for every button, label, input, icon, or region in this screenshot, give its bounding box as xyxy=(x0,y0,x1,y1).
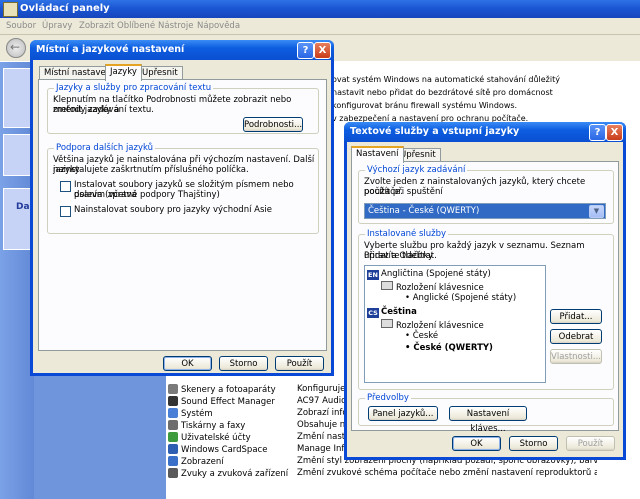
cp-item-printers[interactable]: Tiskárny a faxy xyxy=(168,420,245,432)
regional-language-dialog: Místní a jazykové nastavení ? X Místní n… xyxy=(30,40,334,376)
control-panel-icon xyxy=(3,2,18,17)
regional-dialog-title: Místní a jazykové nastavení xyxy=(36,44,185,55)
help-icon[interactable]: ? xyxy=(297,42,314,59)
keyboard-icon xyxy=(381,319,393,328)
text-services-apply-button[interactable]: Použít xyxy=(566,436,615,451)
installed-services-tree[interactable]: EN Angličtina (Spojené státy) Rozložení k… xyxy=(364,265,546,383)
display-icon xyxy=(168,456,178,466)
tree-node-keyboard-cs[interactable]: Rozložení klávesnice xyxy=(381,319,484,331)
cp-item-user-accounts[interactable]: Uživatelské účty xyxy=(168,432,251,444)
menu-file[interactable]: Soubor xyxy=(6,21,36,31)
close-icon[interactable]: X xyxy=(314,42,331,59)
supplemental-languages-group-title: Podpora dalších jazyků xyxy=(54,143,156,153)
control-panel-title: Ovládací panely xyxy=(20,3,110,14)
cp-item-cardspace[interactable]: Windows CardSpace xyxy=(168,444,267,456)
regional-cancel-button[interactable]: Storno xyxy=(219,356,268,371)
speaker-icon xyxy=(168,396,178,406)
tab-advanced[interactable]: Upřesnit xyxy=(137,66,183,80)
tree-node-english[interactable]: EN Angličtina (Spojené státy) xyxy=(367,269,491,280)
cp-item-scanners[interactable]: Skenery a fotoaparáty xyxy=(168,384,276,396)
default-language-select[interactable]: Čeština - České (QWERTY) ▼ xyxy=(364,203,606,219)
tree-node-czech-qwerty-layout[interactable]: • České (QWERTY) xyxy=(405,343,493,353)
details-button[interactable]: Podrobnosti... xyxy=(243,117,303,132)
cp-item-sounds[interactable]: Zvuky a zvuková zařízení xyxy=(168,468,288,480)
task-pane-bottom xyxy=(34,375,166,499)
printer-icon xyxy=(168,420,178,430)
settings-tab-panel: Výchozí jazyk zadávání Zvolte jeden z na… xyxy=(351,161,619,434)
default-language-group-title: Výchozí jazyk zadávání xyxy=(365,165,468,175)
system-icon xyxy=(168,408,178,418)
default-language-value: Čeština - České (QWERTY) xyxy=(368,206,480,216)
language-bar-button[interactable]: Panel jazyků... xyxy=(368,406,438,421)
cp-item-system[interactable]: Systém xyxy=(168,408,213,420)
preferences-group-title: Předvolby xyxy=(365,393,411,403)
chevron-down-icon[interactable]: ▼ xyxy=(589,205,604,218)
default-language-desc-line: počítače. xyxy=(364,187,403,197)
tab-languages[interactable]: Jazyky xyxy=(105,64,142,81)
language-en-icon: EN xyxy=(367,270,379,280)
cp-description-line: nastavit nebo přidat do bezdrátové sítě … xyxy=(332,88,553,97)
users-icon xyxy=(168,432,178,442)
cp-item-display[interactable]: Zobrazení xyxy=(168,456,224,468)
text-services-cancel-button[interactable]: Storno xyxy=(509,436,558,451)
cp-item-desc: Změní zvukové schéma počítače nebo změní… xyxy=(297,468,597,478)
control-panel-title-bar: Ovládací panely xyxy=(0,0,640,18)
text-services-body: Nastavení Upřesnit Výchozí jazyk zadáván… xyxy=(347,142,623,457)
regional-ok-button[interactable]: OK xyxy=(163,356,212,371)
control-panel-menu-bar: Soubor Úpravy Zobrazit Oblíbené Nástroje… xyxy=(0,18,640,35)
languages-tab-panel: Jazyky a služby pro zpracování textu Kle… xyxy=(38,79,327,351)
cp-item-sound-effect-manager[interactable]: Sound Effect Manager xyxy=(168,396,275,408)
add-button[interactable]: Přidat... xyxy=(550,309,602,324)
supplemental-desc-line: nainstalujete zaškrtnutím příslušného po… xyxy=(53,165,249,175)
tree-node-keyboard-en[interactable]: Rozložení klávesnice xyxy=(381,281,484,293)
supplemental-languages-group: Podpora dalších jazyků Většina jazyků je… xyxy=(47,143,319,234)
text-services-desc-line: metody zadávání textu. xyxy=(53,105,154,115)
tree-node-czech-layout[interactable]: • České xyxy=(405,331,438,341)
installed-services-desc-line: Přidat a Odebrat. xyxy=(364,251,437,261)
regional-dialog-title-bar[interactable]: Místní a jazykové nastavení ? X xyxy=(30,40,334,60)
keyboard-icon xyxy=(381,281,393,290)
back-arrow-icon: ← xyxy=(10,40,21,54)
task-pane-panel xyxy=(3,68,33,128)
cp-description-line: ovat systém Windows na automatické staho… xyxy=(332,75,560,84)
menu-tools[interactable]: Nástroje xyxy=(158,21,193,31)
text-services-group: Jazyky a služby pro zpracování textu Kle… xyxy=(47,83,319,134)
menu-view[interactable]: Zobrazit xyxy=(79,21,114,31)
tree-node-us-layout[interactable]: • Anglické (Spojené státy) xyxy=(405,293,516,303)
installed-services-group: Instalované služby Vyberte službu pro ka… xyxy=(358,229,614,390)
tab-settings[interactable]: Nastavení xyxy=(351,146,404,163)
menu-edit[interactable]: Úpravy xyxy=(42,21,72,31)
task-pane-panel-2 xyxy=(3,134,33,176)
key-settings-button[interactable]: Nastavení kláves... xyxy=(449,406,527,434)
default-language-group: Výchozí jazyk zadávání Zvolte jeden z na… xyxy=(358,165,614,224)
complex-script-checkbox[interactable] xyxy=(60,181,71,192)
text-services-group-title: Jazyky a služby pro zpracování textu xyxy=(54,83,214,93)
east-asian-label: Nainstalovat soubory pro jazyky východní… xyxy=(74,205,272,215)
installed-services-group-title: Instalované služby xyxy=(365,229,449,239)
sound-devices-icon xyxy=(168,468,178,478)
tree-node-czech[interactable]: CS Čeština xyxy=(367,307,417,318)
preferences-group: Předvolby Panel jazyků... Nastavení kláv… xyxy=(358,393,614,434)
cp-description-line: konfigurovat bránu firewall systému Wind… xyxy=(332,101,518,110)
complex-script-label-line: doleva (včetně podpory Thajštiny) xyxy=(74,190,220,200)
text-services-title: Textové služby a vstupní jazyky xyxy=(350,126,520,137)
east-asian-checkbox[interactable] xyxy=(60,206,71,217)
scanner-icon xyxy=(168,384,178,394)
text-services-title-bar[interactable]: Textové služby a vstupní jazyky ? X xyxy=(344,122,626,142)
cardspace-icon xyxy=(168,444,178,454)
back-button[interactable]: ← xyxy=(6,38,26,58)
menu-help[interactable]: Nápověda xyxy=(197,21,240,31)
regional-apply-button[interactable]: Použít xyxy=(275,356,324,371)
menu-favorites[interactable]: Oblíbené xyxy=(117,21,155,31)
text-services-ok-button[interactable]: OK xyxy=(452,436,501,451)
close-icon[interactable]: X xyxy=(606,124,623,141)
help-icon[interactable]: ? xyxy=(589,124,606,141)
remove-button[interactable]: Odebrat xyxy=(550,329,602,344)
regional-dialog-body: Místní nastavení Jazyky Upřesnit Jazyky … xyxy=(33,60,331,373)
language-cs-icon: CS xyxy=(367,308,379,318)
properties-button[interactable]: Vlastnosti... xyxy=(550,349,602,364)
text-services-dialog: Textové služby a vstupní jazyky ? X Nast… xyxy=(344,122,626,460)
control-panel-task-pane: Dal xyxy=(0,62,34,499)
task-pane-panel-3 xyxy=(3,188,33,250)
